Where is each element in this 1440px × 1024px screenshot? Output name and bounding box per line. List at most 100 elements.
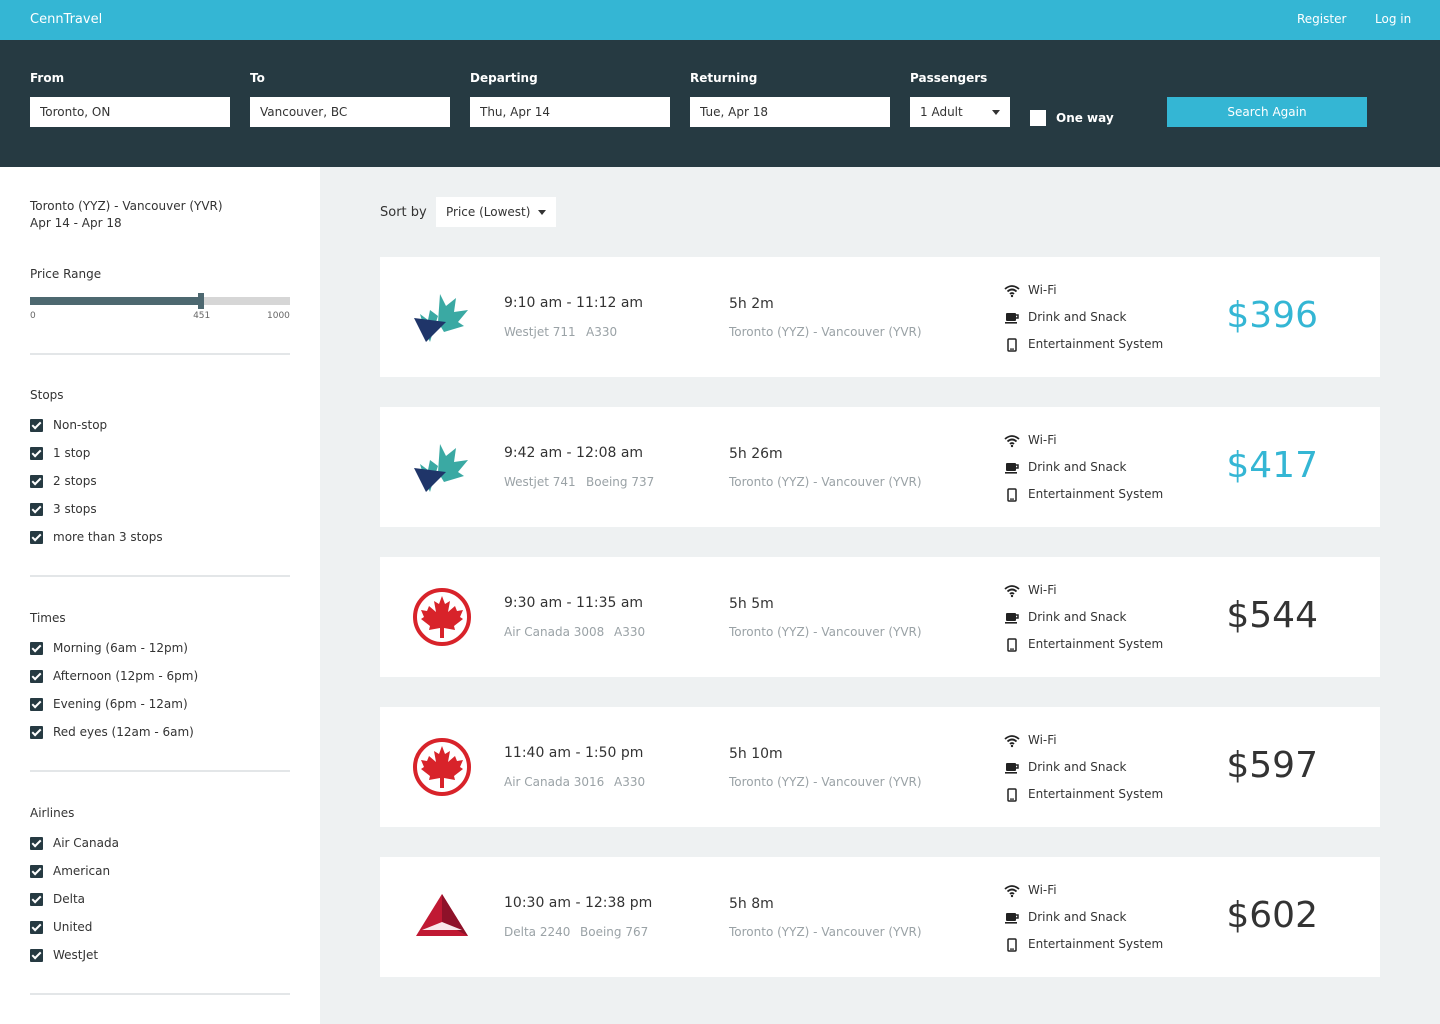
amenity-label: Wi-Fi [1028, 283, 1057, 297]
to-label: To [250, 71, 265, 85]
sort-select[interactable]: Price (Lowest) [436, 197, 556, 227]
filter-sidebar: Toronto (YYZ) - Vancouver (YVR) Apr 14 -… [0, 167, 320, 1024]
coffee-cup-icon [1004, 310, 1020, 324]
checkbox-checked[interactable] [30, 698, 43, 711]
flight-duration: 5h 5m [729, 596, 774, 612]
flight-card[interactable]: 10:30 am - 12:38 pm Delta 2240 5h 8m Toront… [380, 857, 1380, 977]
sort-value: Price (Lowest) [446, 205, 531, 219]
flight-number: Delta 2240 [504, 925, 571, 939]
coffee-cup-icon [1004, 760, 1020, 774]
aircraft-type: Boeing 767 [580, 925, 649, 939]
filter-option-label: American [53, 864, 111, 878]
caret-down-icon [992, 110, 1000, 115]
checkbox-checked[interactable] [30, 893, 43, 906]
flight-route: Toronto (YYZ) - Vancouver (YVR) [729, 625, 922, 639]
aircraft-type: A330 [614, 775, 646, 789]
flight-duration: 5h 10m [729, 746, 783, 762]
checkbox-checked[interactable] [30, 475, 43, 488]
checkbox-checked[interactable] [30, 642, 43, 655]
filter-option-label: Afternoon (12pm - 6pm) [53, 669, 199, 683]
divider [30, 575, 290, 577]
checkbox-checked[interactable] [30, 949, 43, 962]
departing-input[interactable] [470, 97, 670, 127]
air-canada-logo [410, 586, 474, 648]
sort-label: Sort by [380, 205, 427, 220]
filter-option-label: Morning (6am - 12pm) [53, 641, 188, 655]
checkbox-checked[interactable] [30, 726, 43, 739]
tablet-icon [1004, 637, 1020, 652]
flight-route: Toronto (YYZ) - Vancouver (YVR) [729, 475, 922, 489]
filter-option-label: Evening (6pm - 12am) [53, 697, 188, 711]
passengers-select[interactable]: 1 Adult [910, 97, 1010, 127]
checkbox-checked[interactable] [30, 447, 43, 460]
to-input[interactable] [250, 97, 450, 127]
login-link[interactable]: Log in [1375, 12, 1411, 26]
price-max-label: 1000 [267, 311, 290, 321]
flight-times: 9:30 am - 11:35 am [504, 595, 644, 611]
flight-number: Westjet 711 [504, 325, 576, 339]
flight-times: 11:40 am - 1:50 pm [504, 745, 644, 761]
amenity-label: Drink and Snack [1028, 910, 1127, 924]
wifi-icon [1004, 583, 1020, 598]
price-slider-track[interactable] [30, 297, 290, 305]
divider [30, 353, 290, 355]
coffee-cup-icon [1004, 460, 1020, 474]
top-bar: CennTravel Register Log in [0, 0, 1440, 40]
amenity-label: Wi-Fi [1028, 433, 1057, 447]
brand-logo[interactable]: CennTravel [30, 12, 102, 27]
aircraft-type: A330 [586, 325, 618, 339]
aircraft-type: A330 [614, 625, 646, 639]
flight-card[interactable]: 9:30 am - 11:35 am Air Canada 3008 5h 5m To… [380, 557, 1380, 677]
amenity-label: Wi-Fi [1028, 883, 1057, 897]
westjet-logo [410, 286, 474, 348]
wifi-icon [1004, 283, 1020, 298]
checkbox-checked[interactable] [30, 921, 43, 934]
flight-number: Air Canada 3016 [504, 775, 605, 789]
flight-card[interactable]: 9:42 am - 12:08 am Westjet 741 5h 26m Toron… [380, 407, 1380, 527]
amenity-label: Entertainment System [1028, 637, 1164, 651]
stops-title: Stops [30, 388, 64, 402]
flight-card[interactable]: 11:40 am - 1:50 pm Air Canada 3016 5h 10m T… [380, 707, 1380, 827]
divider [30, 993, 290, 995]
tablet-icon [1004, 787, 1020, 802]
price-min-label: 0 [30, 311, 36, 321]
search-again-button[interactable]: Search Again [1167, 97, 1367, 127]
tablet-icon [1004, 937, 1020, 952]
flight-route: Toronto (YYZ) - Vancouver (YVR) [729, 775, 922, 789]
from-input[interactable] [30, 97, 230, 127]
coffee-cup-icon [1004, 910, 1020, 924]
route-summary: Toronto (YYZ) - Vancouver (YVR) Apr 14 -… [30, 198, 223, 232]
checkbox-checked[interactable] [30, 837, 43, 850]
price-range-title: Price Range [30, 267, 102, 281]
search-panel: From To Departing Returning Passengers 1… [0, 40, 1440, 167]
flight-price: $396 [1226, 295, 1318, 336]
tablet-icon [1004, 337, 1020, 352]
filter-option-label: Red eyes (12am - 6am) [53, 725, 194, 739]
returning-label: Returning [690, 71, 758, 85]
wifi-icon [1004, 733, 1020, 748]
flight-number: Westjet 741 [504, 475, 576, 489]
returning-input[interactable] [690, 97, 890, 127]
filter-option-label: Delta [53, 892, 86, 906]
checkbox-checked[interactable] [30, 419, 43, 432]
flight-times: 9:10 am - 11:12 am [504, 295, 644, 311]
one-way-label[interactable]: One way [1056, 111, 1114, 125]
filter-option-label: Air Canada [53, 836, 119, 850]
one-way-checkbox[interactable] [1030, 110, 1046, 126]
flight-number: Air Canada 3008 [504, 625, 605, 639]
route-dates: Apr 14 - Apr 18 [30, 216, 122, 230]
price-slider-handle[interactable] [198, 293, 205, 309]
register-link[interactable]: Register [1297, 12, 1346, 26]
checkbox-checked[interactable] [30, 503, 43, 516]
flight-card[interactable]: 9:10 am - 11:12 am Westjet 711 5h 2m Toront… [380, 257, 1380, 377]
checkbox-checked[interactable] [30, 865, 43, 878]
amenity-label: Drink and Snack [1028, 610, 1127, 624]
flight-duration: 5h 26m [729, 446, 783, 462]
filter-option-label: United [53, 920, 93, 934]
checkbox-checked[interactable] [30, 531, 43, 544]
checkbox-checked[interactable] [30, 670, 43, 683]
air-canada-logo [410, 736, 474, 798]
amenity-label: Entertainment System [1028, 337, 1164, 351]
filter-option-label: 2 stops [53, 474, 97, 488]
amenity-label: Entertainment System [1028, 787, 1164, 801]
